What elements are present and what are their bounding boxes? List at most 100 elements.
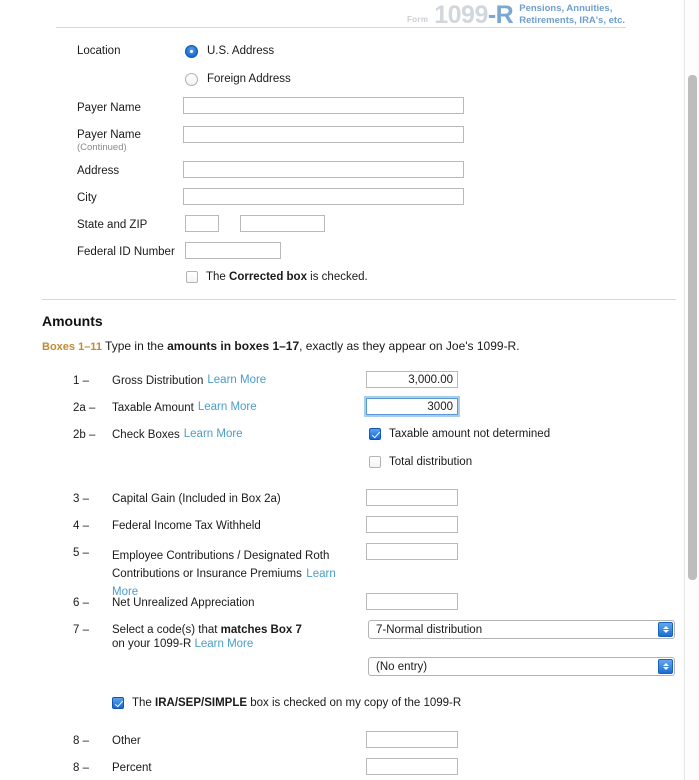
row-7-label-line1: Select a code(s) that matches Box 7 <box>112 623 347 637</box>
row-2a-number: 2a – <box>73 401 95 415</box>
row-7-label-line2: on your 1099-R Learn More <box>112 637 347 651</box>
row-3-num-text: 3 – <box>73 493 89 505</box>
row-3-number: 3 – <box>73 492 89 506</box>
row-1-num-text: 1 – <box>73 375 89 387</box>
row-3-label: Capital Gain (Included in Box 2a) <box>112 492 281 506</box>
checkbox-taxable-amount-not-determined[interactable]: Taxable amount not determined <box>369 427 550 441</box>
row-8-other-label: Other <box>112 734 141 748</box>
row-6-num-text: 6 – <box>73 597 89 609</box>
vertical-scrollbar-thumb[interactable] <box>688 75 697 580</box>
location-label: Location <box>77 45 121 57</box>
row-3-label-text: Capital Gain (Included in Box 2a) <box>112 493 281 505</box>
address-input[interactable] <box>183 161 464 178</box>
row-5-label-text: Employee Contributions / Designated Roth… <box>112 550 330 580</box>
state-zip-label-text: State and ZIP <box>77 219 148 231</box>
row-1-label: Gross Distribution Learn More <box>112 374 266 388</box>
amounts-instruction: Boxes 1–11 Type in the amounts in boxes … <box>42 339 520 353</box>
federal-id-input[interactable] <box>185 242 281 259</box>
row-2a-label: Taxable Amount Learn More <box>112 401 257 415</box>
row-7-line1-before: Select a code(s) that <box>112 624 221 636</box>
row-8-other-label-text: Other <box>112 735 141 747</box>
corrected-text-bold: Corrected box <box>229 271 307 283</box>
box7-code-select-primary-value: 7-Normal distribution <box>376 623 483 636</box>
row-7-number: 7 – <box>73 623 89 637</box>
row-8-other-num-text: 8 – <box>73 735 89 747</box>
row-5-number: 5 – <box>73 546 89 560</box>
row-4-num-text: 4 – <box>73 520 89 532</box>
row-2b-label: Check Boxes Learn More <box>112 428 243 442</box>
checkbox-icon-corrected-box[interactable] <box>186 271 198 283</box>
checkbox-icon-ira-sep-simple[interactable] <box>112 697 124 709</box>
box7-code-select-secondary-value: (No entry) <box>376 660 428 673</box>
row-2a-taxable-amount-input[interactable] <box>366 398 458 415</box>
amounts-note-before: Type in the <box>101 339 168 353</box>
row-4-federal-income-tax-withheld-input[interactable] <box>366 516 458 533</box>
row-4-number: 4 – <box>73 519 89 533</box>
form-number-digits: 1099 <box>434 1 488 29</box>
checkbox-ira-sep-simple-row[interactable]: The IRA/SEP/SIMPLE box is checked on my … <box>112 696 461 710</box>
form-number-suffix: -R <box>487 1 514 29</box>
corrected-text-after: is checked. <box>306 271 368 283</box>
checkbox-total-distribution[interactable]: Total distribution <box>369 455 472 469</box>
city-input[interactable] <box>183 188 464 205</box>
row-8-percent-input[interactable] <box>366 758 458 775</box>
federal-id-label: Federal ID Number <box>77 245 175 259</box>
row-2a-num-text: 2a – <box>73 402 96 414</box>
radio-icon-us-address[interactable] <box>185 44 198 58</box>
chevron-up-down-icon-secondary[interactable] <box>658 659 673 674</box>
vertical-scrollbar-track[interactable] <box>684 0 699 780</box>
checkbox-label-taxable-amount-not-determined: Taxable amount not determined <box>389 428 551 440</box>
state-input[interactable] <box>185 215 219 232</box>
row-1-gross-distribution-input[interactable] <box>366 371 458 388</box>
row-3-capital-gain-input[interactable] <box>366 489 458 506</box>
row-7-line1-bold: matches Box 7 <box>220 624 302 636</box>
checkbox-icon-total-distribution[interactable] <box>369 456 381 468</box>
payer-name-label-text: Payer Name <box>77 102 141 114</box>
row-5-employee-contributions-input[interactable] <box>366 543 458 560</box>
chevron-up-down-icon-primary[interactable] <box>658 622 673 637</box>
amounts-section-title: Amounts <box>42 313 103 329</box>
row-2a-learn-more-link[interactable]: Learn More <box>198 401 257 413</box>
row-5-num-text: 5 – <box>73 547 89 559</box>
row-6-number: 6 – <box>73 596 89 610</box>
form-subtitle: Pensions, Annuities, Retirements, IRA's,… <box>519 3 625 26</box>
row-5-label: Employee Contributions / Designated Roth… <box>112 546 352 600</box>
radio-foreign-address[interactable]: Foreign Address <box>185 72 291 86</box>
payer-name-input[interactable] <box>183 97 464 114</box>
corrected-box-checkbox-row[interactable]: The Corrected box is checked. <box>186 270 368 284</box>
row-2a-label-text: Taxable Amount <box>112 402 194 414</box>
address-label: Address <box>77 164 119 178</box>
location-label-row: Location <box>77 44 120 58</box>
row-8-other-input[interactable] <box>366 731 458 748</box>
corrected-text-before: The <box>206 271 230 283</box>
state-zip-label: State and ZIP <box>77 218 147 232</box>
city-label: City <box>77 191 97 205</box>
checkbox-icon-taxable-amount-not-determined[interactable] <box>369 428 381 440</box>
city-label-text: City <box>77 192 97 204</box>
ira-text-after: box is checked on my copy of the 1099-R <box>247 697 462 709</box>
address-label-text: Address <box>77 165 120 177</box>
row-8-percent-label-text: Percent <box>112 762 152 774</box>
box7-code-select-secondary[interactable]: (No entry) <box>368 657 675 676</box>
box7-code-select-primary[interactable]: 7-Normal distribution <box>368 620 675 639</box>
form-number: 1099-R <box>434 1 514 29</box>
row-1-learn-more-link[interactable]: Learn More <box>207 374 266 386</box>
payer-name-continued-input[interactable] <box>183 126 464 143</box>
ira-text-before: The <box>132 697 156 709</box>
row-6-net-unrealized-appreciation-input[interactable] <box>366 593 458 610</box>
form-header: Form 1099-R Pensions, Annuities, Retirem… <box>407 2 625 28</box>
row-7-learn-more-link[interactable]: Learn More <box>194 638 253 650</box>
row-4-label-text: Federal Income Tax Withheld <box>112 520 261 532</box>
radio-icon-foreign-address[interactable] <box>185 72 198 86</box>
row-8-percent-label: Percent <box>112 761 152 775</box>
row-7-num-text: 7 – <box>73 624 89 636</box>
row-2b-number: 2b – <box>73 428 95 442</box>
row-6-label: Net Unrealized Appreciation <box>112 596 255 610</box>
row-8-other-number: 8 – <box>73 734 89 748</box>
amounts-note-after: , exactly as they appear on Joe's 1099-R… <box>299 339 520 353</box>
radio-us-address[interactable]: U.S. Address <box>185 44 274 58</box>
zip-input[interactable] <box>240 215 325 232</box>
row-2b-learn-more-link[interactable]: Learn More <box>184 428 243 440</box>
row-2b-num-text: 2b – <box>73 429 96 441</box>
ira-text-bold: IRA/SEP/SIMPLE <box>155 697 248 709</box>
